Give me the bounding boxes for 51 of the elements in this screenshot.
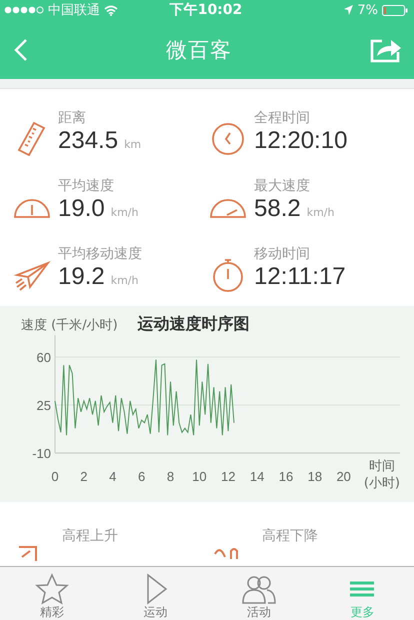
stat-label: 平均移动速度 <box>58 245 142 263</box>
stat-unit: km/h <box>306 206 334 219</box>
carrier: 中国联通 <box>48 2 100 19</box>
share-icon[interactable] <box>370 36 402 62</box>
elevation-icon <box>18 545 40 561</box>
tab[interactable]: 运动 <box>104 567 207 620</box>
x-tick-label: 12 <box>220 469 236 484</box>
stat-label: 高程上升 <box>62 527 118 545</box>
x-tick-label: 8 <box>166 469 174 484</box>
stat-value: 58.2 <box>254 195 301 223</box>
stat-unit: km <box>124 138 142 151</box>
stat-value: 234.5 <box>58 127 118 155</box>
stat-value: 12:20:10 <box>254 127 348 155</box>
x-tick-label: 4 <box>109 469 116 484</box>
signal-icon <box>4 6 44 14</box>
elevation-icon <box>214 545 240 559</box>
star-icon <box>34 573 70 605</box>
stat-value: 19.2 <box>58 263 105 291</box>
chart-title: 运动速度时序图 <box>138 314 250 335</box>
x-tick-label: 14 <box>250 469 264 484</box>
x-tick-label: 6 <box>138 469 146 484</box>
stat-label: 全程时间 <box>254 109 311 127</box>
battery-percent: 7% <box>357 2 378 18</box>
page-title: 微百客 <box>166 36 232 64</box>
y-tick-label: 25 <box>36 398 51 413</box>
back-icon[interactable] <box>14 38 28 62</box>
y-tick-label: 60 <box>36 350 51 365</box>
stat-label: 高程下降 <box>262 527 318 545</box>
x-tick-label: 16 <box>278 469 294 484</box>
x-tick-label: 10 <box>192 469 207 484</box>
stat-label: 移动时间 <box>254 245 311 263</box>
x-tick-label: 2 <box>80 469 88 484</box>
stat-unit: km/h <box>110 274 138 287</box>
tab[interactable]: 精彩 <box>0 567 104 620</box>
stat-unit: km/h <box>110 206 138 219</box>
status-time: 下午10:02 <box>170 1 242 19</box>
x-tick-label: 0 <box>51 469 59 484</box>
stat-value: 19.0 <box>58 195 105 223</box>
stat-label: 平均速度 <box>58 177 115 195</box>
battery-icon <box>382 4 408 16</box>
location-icon <box>344 5 354 15</box>
stat-label: 距离 <box>58 109 87 127</box>
wifi-icon <box>104 4 118 16</box>
tab[interactable]: 活动 <box>207 567 310 620</box>
x-tick-label: 20 <box>336 469 351 484</box>
y-tick-label: -10 <box>32 446 51 461</box>
axis-title: 时间 (小时) <box>364 458 400 492</box>
x-tick-label: 18 <box>308 469 322 484</box>
stat-value: 12:11:17 <box>254 263 346 291</box>
stat-label: 最大速度 <box>254 177 311 195</box>
axis-title: 速度 (千米/小时) <box>21 316 118 334</box>
